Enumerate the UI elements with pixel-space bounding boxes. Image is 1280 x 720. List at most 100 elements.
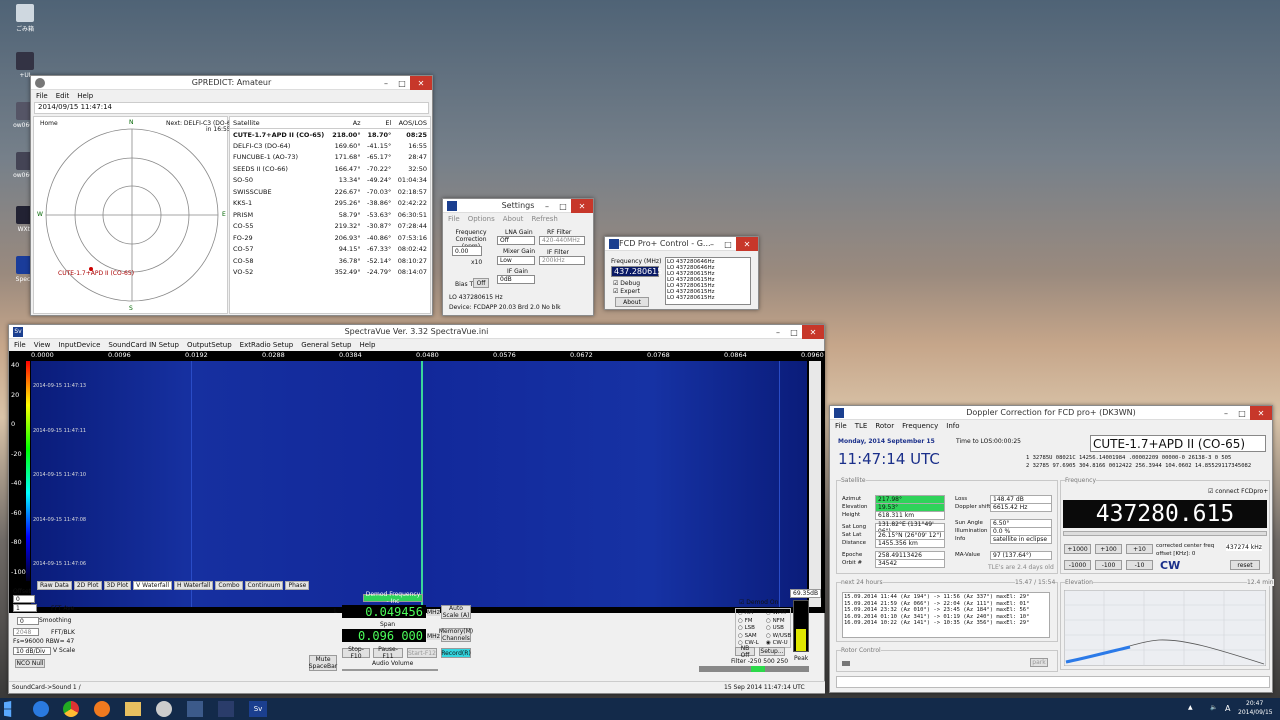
filter-slider[interactable]	[699, 666, 809, 672]
fft-ave-input[interactable]: 1	[13, 604, 37, 612]
debug-checkbox[interactable]: ☑ Debug	[613, 280, 640, 287]
mute-button[interactable]: Mute SpaceBar	[309, 655, 337, 671]
mode-radio[interactable]: ◉ CW-U	[766, 640, 788, 646]
mode-radio[interactable]: ○ NFM	[766, 618, 785, 624]
mode-radio[interactable]: ○ SAM	[738, 633, 757, 639]
menu-help[interactable]: Help	[77, 92, 93, 100]
col-az[interactable]: Az	[329, 117, 364, 129]
recycle-bin-icon[interactable]: ごみ箱	[8, 4, 42, 33]
reset-button[interactable]: reset	[1230, 560, 1260, 570]
start-button[interactable]: Start-F12	[407, 648, 437, 658]
park-button[interactable]: park	[1030, 658, 1048, 667]
table-row[interactable]: CO-55 219.32° -30.87° 07:28:44	[230, 221, 430, 233]
clock-date[interactable]: 2014/09/15	[1238, 709, 1273, 716]
nb-button[interactable]: NB Off	[735, 645, 755, 659]
spectravue-taskbar-icon[interactable]: Sv	[249, 701, 267, 717]
fft-blk-select[interactable]: 2048	[13, 628, 39, 636]
bias-t-button[interactable]: Off	[473, 278, 489, 288]
tray-arrow-icon[interactable]: ▲	[1188, 704, 1193, 711]
menu-item[interactable]: Frequency	[902, 422, 938, 430]
table-row[interactable]: SWISSCUBE 226.67° -70.03° 02:18:57	[230, 186, 430, 198]
mode-radio[interactable]: ○ FM	[738, 618, 752, 624]
table-row[interactable]: PRISM 58.79° -53.63° 06:30:51	[230, 209, 430, 221]
maximize-button[interactable]: □	[555, 199, 571, 213]
table-row[interactable]: DELFI-C3 (DO-64) 169.60° -41.15° 16:55	[230, 140, 430, 152]
mode-radio[interactable]: ○ W/USB	[766, 633, 791, 639]
menu-item[interactable]: ExtRadio Setup	[240, 341, 294, 349]
firefox-icon[interactable]	[94, 701, 110, 717]
freq-step-down-button[interactable]: -1000	[1064, 560, 1091, 570]
table-row[interactable]: FUNCUBE-1 (AO-73) 171.68° -65.17° 28:47	[230, 152, 430, 164]
maximize-button[interactable]: □	[394, 76, 410, 90]
table-row[interactable]: SO-50 13.34° -49.24° 01:04:34	[230, 175, 430, 187]
tab[interactable]: Phase	[285, 581, 310, 590]
mode-radio[interactable]: ○ LSB	[738, 625, 755, 631]
offset-input[interactable]: 0	[13, 595, 35, 603]
table-row[interactable]: SEEDS II (CO-66) 166.47° -70.22° 32:50	[230, 163, 430, 175]
about-button[interactable]: About	[615, 297, 649, 307]
if-filter-select[interactable]: 200kHz	[539, 256, 585, 265]
menu-item[interactable]: TLE	[855, 422, 868, 430]
menu-item[interactable]: General Setup	[301, 341, 351, 349]
freq-step-up-button[interactable]: +100	[1095, 544, 1122, 554]
minimize-button[interactable]: –	[704, 237, 720, 251]
tab[interactable]: 3D Plot	[103, 581, 132, 590]
freq-step-down-button[interactable]: -100	[1095, 560, 1122, 570]
explorer-icon[interactable]	[125, 702, 141, 716]
demod-marker-line[interactable]	[421, 361, 423, 607]
record-button[interactable]: Record(R)	[441, 648, 471, 658]
ime-indicator[interactable]: A	[1225, 704, 1230, 713]
minimize-button[interactable]: –	[770, 325, 786, 339]
volume-icon[interactable]: 🔈	[1210, 704, 1217, 711]
maximize-button[interactable]: □	[720, 237, 736, 251]
if-gain-select[interactable]: 0dB	[497, 275, 535, 284]
menu-refresh[interactable]: Refresh	[531, 215, 557, 223]
frequency-input[interactable]: 437.280615	[611, 266, 662, 277]
menu-about[interactable]: About	[503, 215, 524, 223]
menu-item[interactable]: InputDevice	[58, 341, 100, 349]
menu-file[interactable]: File	[36, 92, 48, 100]
tab[interactable]: 2D Plot	[73, 581, 102, 590]
freq-step-up-button[interactable]: +1000	[1064, 544, 1091, 554]
vscale-select[interactable]: 10 dB/Div	[13, 647, 51, 655]
minimize-button[interactable]: –	[1218, 406, 1234, 420]
freq-step-down-button[interactable]: -10	[1126, 560, 1153, 570]
menu-item[interactable]: OutputSetup	[187, 341, 232, 349]
mode-radio[interactable]: ○ AM	[738, 610, 753, 616]
table-row[interactable]: CUTE-1.7+APD II (CO-65) 218.00° 18.70° 08:2…	[230, 129, 430, 141]
minimize-button[interactable]: –	[378, 76, 394, 90]
menu-edit[interactable]: Edit	[56, 92, 70, 100]
satellite-select[interactable]: CUTE-1.7+APD II (CO-65)	[1090, 435, 1266, 452]
close-button[interactable]: ✕	[1250, 406, 1272, 420]
mode-radio[interactable]: ○ WFM	[766, 610, 786, 616]
stop-button[interactable]: Stop-F10	[342, 646, 370, 660]
pause-button[interactable]: Pause-F11	[373, 646, 403, 660]
tab[interactable]: V Waterfall	[133, 581, 173, 590]
rf-filter-select[interactable]: 420-440MHz	[539, 236, 585, 245]
maximize-button[interactable]: □	[786, 325, 802, 339]
menu-item[interactable]: View	[34, 341, 51, 349]
smoothing-input[interactable]: 0	[17, 617, 39, 625]
menu-file[interactable]: File	[448, 215, 460, 223]
waterfall-display[interactable]	[31, 361, 807, 607]
x10-checkbox[interactable]: x10	[471, 259, 482, 266]
menu-item[interactable]: SoundCard IN Setup	[108, 341, 179, 349]
autoscale-button[interactable]: Auto Scale (A)	[441, 605, 471, 619]
chrome-icon[interactable]	[63, 701, 79, 717]
col-el[interactable]: El	[364, 117, 395, 129]
gpredict-taskbar-icon[interactable]	[156, 701, 172, 717]
nco-null-button[interactable]: NCO Null	[15, 659, 45, 668]
mode-radio[interactable]: ○ USB	[766, 625, 784, 631]
menu-item[interactable]: Help	[359, 341, 375, 349]
close-button[interactable]: ✕	[802, 325, 824, 339]
menu-item[interactable]: File	[14, 341, 26, 349]
tab[interactable]: Combo	[215, 581, 243, 590]
table-row[interactable]: CO-57 94.15° -67.33° 08:02:42	[230, 244, 430, 256]
clock-time[interactable]: 20:47	[1246, 700, 1263, 707]
table-row[interactable]: KKS-1 295.26° -38.86° 02:42:22	[230, 198, 430, 210]
menu-item[interactable]: File	[835, 422, 847, 430]
list-item[interactable]: LO 437280615Hz	[667, 295, 749, 301]
lo-list[interactable]: LO 437280646Hz LO 437280646Hz LO 437280615…	[665, 257, 751, 305]
tab[interactable]: Raw Data	[37, 581, 72, 590]
freq-step-up-button[interactable]: +10	[1126, 544, 1153, 554]
